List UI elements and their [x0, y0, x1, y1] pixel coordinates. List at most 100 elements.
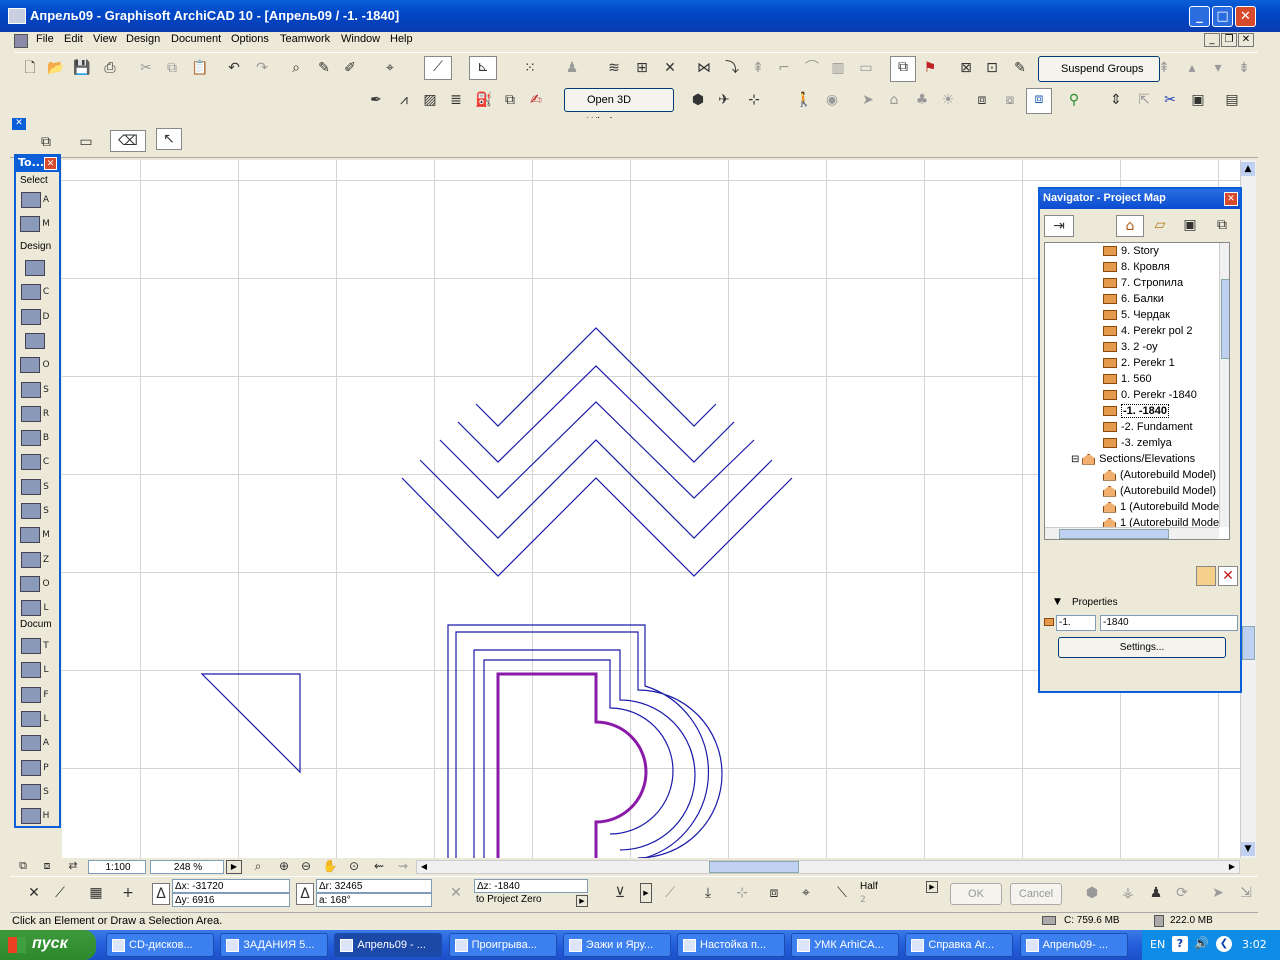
next-zoom-icon[interactable]: ⇝ — [392, 858, 414, 874]
menu-file[interactable]: File — [36, 33, 54, 45]
model-view-icon[interactable]: ⇄ — [64, 858, 82, 874]
taskbar-button[interactable]: Апрель09- ... — [1019, 933, 1128, 957]
house-icon[interactable]: ⌂ — [884, 90, 904, 110]
open-folder-icon[interactable]: 📂 — [46, 58, 66, 78]
corner-icon[interactable]: ⌐ — [774, 58, 794, 78]
undo-icon[interactable]: ↶ — [224, 58, 244, 78]
cross-icon[interactable]: ✕ — [660, 58, 680, 78]
adjust-icon[interactable]: ⤵ — [722, 58, 742, 78]
selected-wall-purple[interactable] — [496, 672, 648, 858]
suspend-groups-button[interactable]: Suspend Groups — [1038, 56, 1160, 82]
start-button[interactable]: пуск — [0, 930, 96, 960]
delta-r-field[interactable]: Δr: 32465 — [316, 879, 432, 893]
new-file-icon[interactable]: 🗋 — [20, 58, 40, 78]
taskbar-button[interactable]: Апрель09 - ... — [334, 933, 443, 957]
delta-x-field[interactable]: Δx: -31720 — [172, 879, 290, 893]
send-back-icon[interactable]: ⇟ — [1234, 58, 1254, 78]
publisher-icon[interactable]: ⧉ — [1212, 215, 1232, 235]
collapse-icon[interactable]: ⊟ — [1071, 454, 1082, 465]
story-name-field[interactable]: -1840 — [1100, 615, 1238, 631]
division-icon[interactable]: ⟍ — [832, 883, 852, 903]
snap-point-icon[interactable]: ⧈ — [764, 883, 784, 903]
view-map-icon[interactable]: ▱ — [1150, 215, 1170, 235]
fillet-icon[interactable]: ⌒ — [802, 58, 822, 78]
arrow-tool[interactable]: A — [20, 189, 50, 211]
text-tool[interactable]: T — [20, 635, 50, 657]
bring-forward-icon[interactable]: ▴ — [1182, 58, 1202, 78]
3d-label-icon[interactable]: ▣ — [1188, 90, 1208, 110]
zone-tool[interactable]: Z — [20, 549, 50, 571]
trace-icon[interactable]: ⬢ — [1082, 883, 1102, 903]
scroll-right-icon[interactable]: ▶ — [1225, 861, 1239, 873]
group-icon[interactable]: ⧉ — [890, 56, 916, 82]
cursor-snap-icon[interactable]: ⤓ — [698, 883, 718, 903]
mdi-close-button[interactable]: ✕ — [1238, 33, 1254, 47]
wall-tool[interactable]: W — [20, 257, 50, 295]
stripes-icon[interactable]: ≣ — [446, 90, 466, 110]
cut-icon[interactable]: ✂ — [136, 58, 156, 78]
tree-story-item[interactable]: 6. Балки — [1045, 291, 1229, 307]
reference-icon[interactable]: ⚶ — [1118, 883, 1138, 903]
tree-story-item[interactable]: 3. 2 -oy — [1045, 339, 1229, 355]
delete-item-icon[interactable]: ✕ — [1218, 566, 1238, 586]
section-icon[interactable]: ⇱ — [1134, 90, 1154, 110]
print-icon[interactable]: ⎙ — [100, 58, 120, 78]
navigator-close-icon[interactable]: ✕ — [1224, 192, 1238, 206]
taskbar-button[interactable]: Справка Ar... — [905, 933, 1014, 957]
paste-icon[interactable]: 📋 — [190, 58, 210, 78]
scale-field[interactable]: 1:100 — [88, 860, 146, 874]
special-snap-icon[interactable]: ⊹ — [732, 883, 752, 903]
archicad-app-icon[interactable] — [8, 8, 26, 24]
label-tool[interactable]: L — [20, 659, 50, 681]
properties-toggle-icon[interactable]: ▼ — [1054, 597, 1061, 607]
slab-tool[interactable]: S — [20, 379, 50, 401]
send-backward-icon[interactable]: ▾ — [1208, 58, 1228, 78]
vertical-scrollbar[interactable]: ▲ ▼ — [1240, 160, 1256, 858]
tree-story-item[interactable]: -2. Fundament — [1045, 419, 1229, 435]
layout-book-icon[interactable]: ▣ — [1180, 215, 1200, 235]
measure-icon[interactable]: ⊞ — [632, 58, 652, 78]
tree-story-item[interactable]: -3. zemlya — [1045, 435, 1229, 451]
tree-story-item[interactable]: 0. Perekr -1840 — [1045, 387, 1229, 403]
tree-icon[interactable]: ♣ — [912, 90, 932, 110]
menu-window[interactable]: Window — [341, 33, 380, 45]
mouse-constraint-icon[interactable]: ✕ — [24, 883, 44, 903]
layers-icon[interactable]: ≋ — [604, 58, 624, 78]
layers-combo-icon[interactable]: ⧈ — [38, 858, 56, 874]
triangle-shape[interactable] — [200, 673, 301, 774]
angle-field[interactable]: a: 168° — [316, 893, 432, 907]
snap-dropdown-icon[interactable]: ▶ — [640, 883, 652, 903]
inject-icon[interactable]: ✐ — [340, 58, 360, 78]
zoom-in-icon[interactable]: ⊕ — [274, 858, 294, 874]
delta-lock-icon[interactable]: Δ — [152, 883, 170, 905]
bring-front-icon[interactable]: ⇞ — [1154, 58, 1174, 78]
unlock-icon[interactable]: ⊡ — [982, 58, 1002, 78]
tray-arrow-icon[interactable]: ❮ — [1216, 936, 1232, 952]
mdi-restore-button[interactable]: ❐ — [1221, 33, 1237, 47]
delta-y-field[interactable]: Δy: 6916 — [172, 893, 290, 907]
suspend-icon[interactable]: ⚑ — [920, 58, 940, 78]
eraser-icon[interactable]: ⌫ — [110, 130, 146, 152]
gravity-icon[interactable]: ⟋ — [424, 56, 452, 80]
spline-tool[interactable]: S — [20, 781, 50, 803]
menu-document[interactable]: Document — [171, 33, 221, 45]
pan-3d-icon[interactable]: ⇕ — [1106, 90, 1126, 110]
project-map-tree[interactable]: 9. Story 8. Кровля 7. Стропила 6. Балки 5. Ч… — [1044, 242, 1230, 540]
zoom-out-icon[interactable]: ⊖ — [296, 858, 316, 874]
hidden-line-icon[interactable]: ⧇ — [1000, 90, 1020, 110]
geometry-method-icon[interactable]: ⧉ — [36, 132, 56, 152]
figure-icon[interactable]: ♟ — [562, 58, 582, 78]
line-tool[interactable]: L — [20, 708, 50, 730]
tree-section-item[interactable]: 1 (Autorebuild Mode — [1045, 499, 1229, 515]
box-3d-icon[interactable]: ⬢ — [688, 90, 708, 110]
reference-dropdown-icon[interactable]: ▶ — [576, 895, 588, 907]
lamp-tool[interactable]: L — [20, 597, 50, 619]
parallel-icon[interactable]: ⟋ — [660, 883, 680, 903]
split-icon[interactable]: ⋈ — [694, 58, 714, 78]
camera-icon[interactable]: ✈ — [714, 90, 734, 110]
tree-hscrollbar[interactable] — [1045, 527, 1219, 539]
zoom-3d-icon[interactable]: ⚲ — [1064, 90, 1084, 110]
chevron-line-5[interactable] — [401, 477, 793, 577]
hatch-icon[interactable]: ▨ — [420, 90, 440, 110]
roof-tool[interactable]: R — [20, 403, 50, 425]
